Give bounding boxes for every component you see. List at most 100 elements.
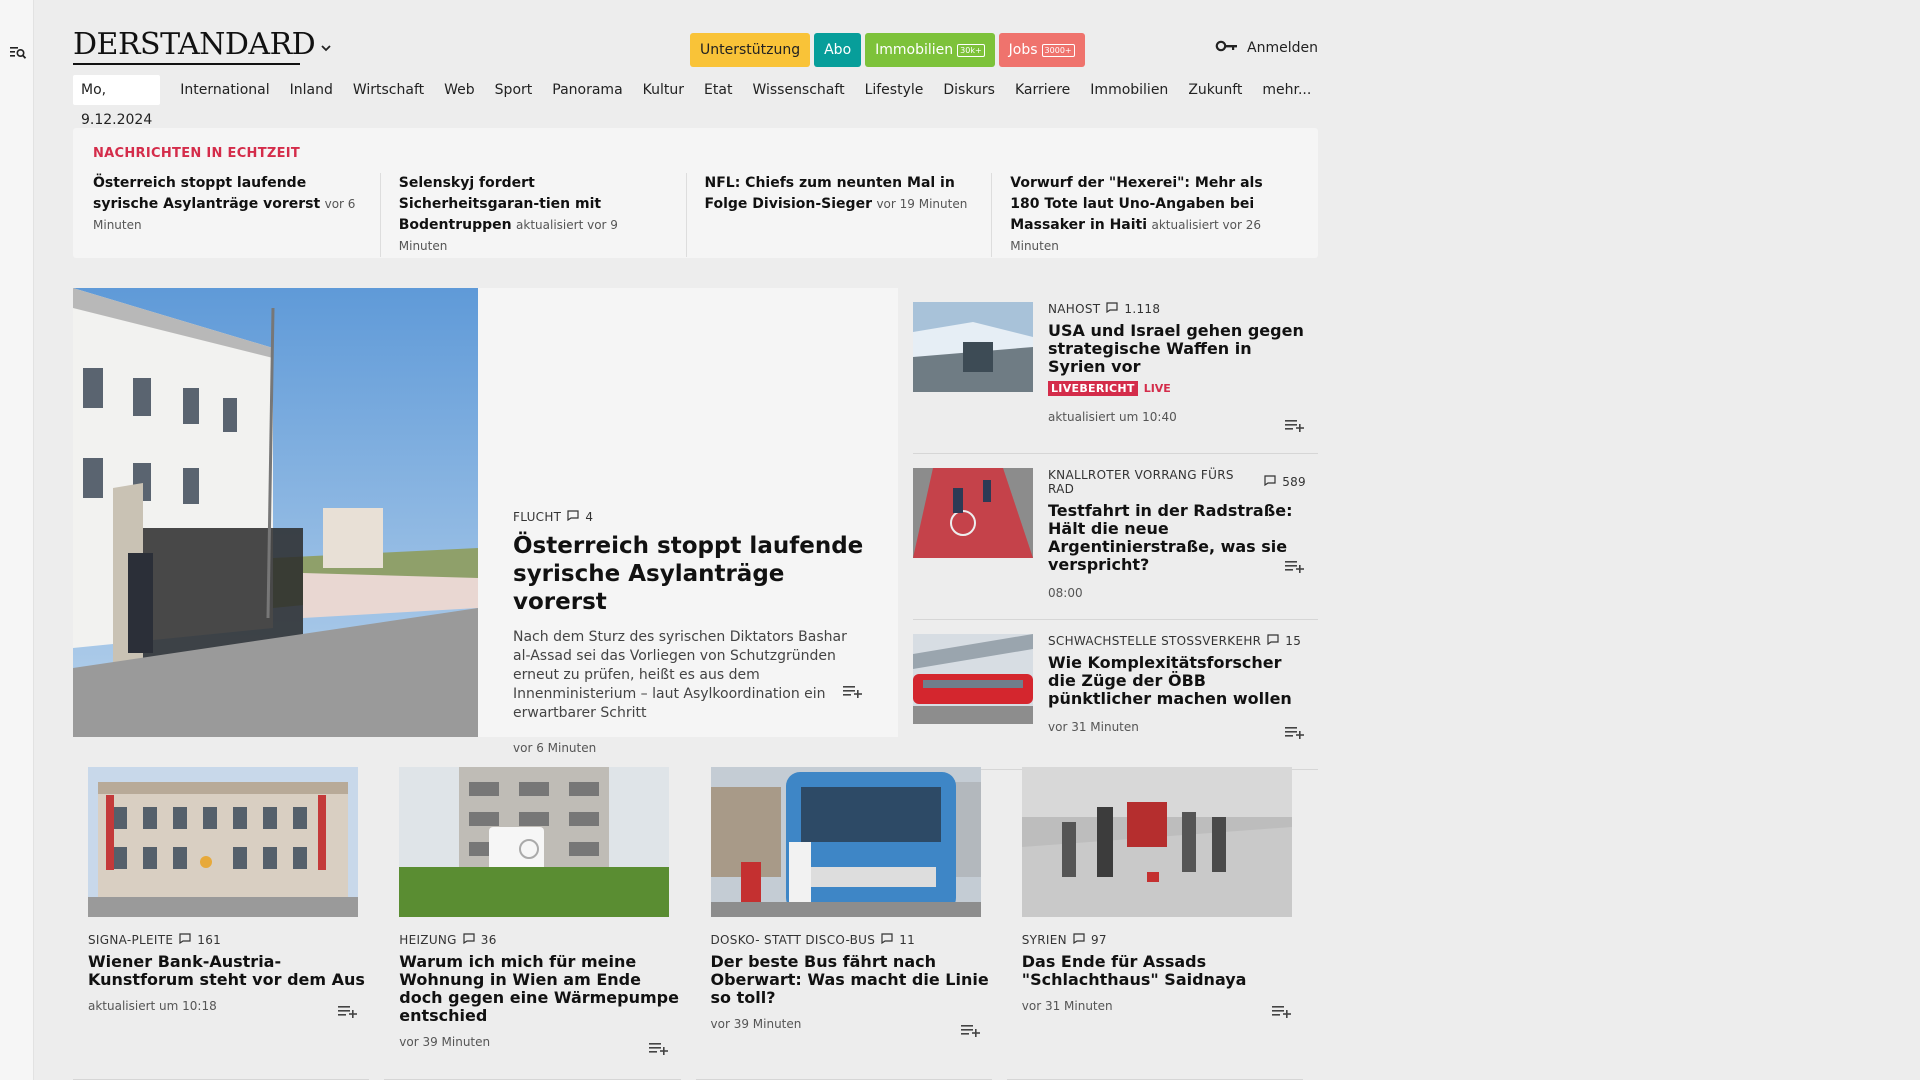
article-card[interactable]: SYRIEN 97 Das Ende für Assads "Schlachth… (1006, 767, 1318, 1080)
lead-article[interactable]: FLUCHT 4 Österreich stoppt laufende syri… (73, 288, 898, 755)
section-nav: Mo, 9.12.2024 International Inland Wirts… (73, 75, 1318, 128)
menu-search-icon[interactable] (9, 43, 27, 61)
login-button[interactable]: Anmelden (1215, 40, 1318, 56)
nav-link-panorama[interactable]: Panorama (552, 82, 622, 98)
kicker-label: SYRIEN (1021, 933, 1067, 947)
jobs-button[interactable]: Jobs 3000+ (998, 33, 1085, 67)
article-card-title[interactable]: Wiener Bank-Austria-Kunstforum steht vor… (88, 953, 369, 989)
comment-icon (1106, 302, 1119, 316)
immobilien-count-badge: 30k+ (957, 43, 985, 57)
article-card-image (710, 767, 981, 917)
side-article-body: NAHOST 1.118 USA und Israel gehen gegen … (1048, 302, 1306, 424)
comment-icon (567, 510, 579, 524)
article-card[interactable]: SIGNA-PLEITE 161 Wiener Bank-Austria-Kun… (73, 767, 384, 1080)
kicker-label: HEIZUNG (399, 933, 457, 947)
nav-link-lifestyle[interactable]: Lifestyle (865, 82, 924, 98)
add-to-list-icon[interactable] (960, 1023, 981, 1037)
immobilien-button[interactable]: Immobilien 30k+ (865, 33, 995, 67)
ticker-item[interactable]: NFL: Chiefs zum neunten Mal in Folge Div… (705, 173, 993, 257)
comment-icon (1073, 933, 1085, 947)
side-article-image (913, 302, 1033, 392)
current-date: Mo, 9.12.2024 (73, 75, 161, 128)
side-article-title[interactable]: Wie Komplexitätsforscher die Züge der ÖB… (1048, 654, 1306, 708)
page: DERSTANDARD Unterstützung Abo Immobilien… (73, 0, 1318, 1080)
left-rail (0, 0, 34, 1080)
side-article[interactable]: SCHWACHSTELLE STOSSVERKEHR 15 Wie Komple… (913, 620, 1318, 770)
add-to-list-icon[interactable] (843, 684, 863, 698)
side-articles: NAHOST 1.118 USA und Israel gehen gegen … (913, 288, 1318, 770)
lead-article-time: vor 6 Minuten (513, 741, 597, 755)
live-indicator: LIVEBERICHT LIVE (1048, 381, 1306, 396)
add-to-list-icon[interactable] (1271, 1004, 1292, 1018)
comment-icon (463, 933, 475, 947)
ticker-item[interactable]: Selenskyj fordert Sicherheitsgaran-tien … (399, 173, 687, 257)
nav-link-karriere[interactable]: Karriere (1015, 82, 1070, 98)
add-to-list-icon[interactable] (649, 1041, 669, 1055)
jobs-label: Jobs (1008, 42, 1038, 58)
immobilien-label: Immobilien (875, 42, 954, 58)
abo-button[interactable]: Abo (814, 33, 862, 67)
comment-count: 97 (1090, 933, 1107, 947)
add-to-list-icon[interactable] (1285, 559, 1305, 573)
comment-count: 4 (585, 510, 594, 524)
article-card-title[interactable]: Der beste Bus fährt nach Oberwart: Was m… (711, 953, 992, 1007)
kicker-label: FLUCHT (513, 510, 562, 524)
chevron-down-icon[interactable] (319, 40, 337, 58)
nav-link-inland[interactable]: Inland (290, 82, 333, 98)
comment-icon (881, 933, 893, 947)
lead-article-image (73, 288, 478, 737)
side-article-time: 08:00 (1048, 586, 1083, 600)
ticker-item-time: vor 19 Minuten (876, 197, 968, 211)
article-card-time: vor 39 Minuten (399, 1035, 491, 1049)
nav-link-kultur[interactable]: Kultur (643, 82, 684, 98)
add-to-list-icon[interactable] (338, 1004, 358, 1018)
side-article-time: vor 31 Minuten (1048, 720, 1139, 734)
liveticker-badge: LIVEBERICHT (1048, 381, 1138, 396)
comment-count: 11 (899, 933, 916, 947)
kicker-label: DOSKO- STATT DISCO-BUS (710, 933, 876, 947)
add-to-list-icon[interactable] (1285, 725, 1305, 739)
side-article-title[interactable]: USA und Israel gehen gegen strategische … (1048, 322, 1306, 376)
ticker-title: NACHRICHTEN IN ECHTZEIT (93, 146, 301, 161)
side-article-body: SCHWACHSTELLE STOSSVERKEHR 15 Wie Komple… (1048, 634, 1306, 734)
abo-label: Abo (824, 42, 852, 58)
nav-link-more[interactable]: mehr... (1262, 82, 1311, 98)
comment-count: 15 (1285, 634, 1302, 648)
header: DERSTANDARD Unterstützung Abo Immobilien… (73, 0, 1318, 75)
comment-icon (179, 933, 191, 947)
nav-link-wissenschaft[interactable]: Wissenschaft (752, 82, 844, 98)
article-card-time: vor 39 Minuten (710, 1017, 802, 1031)
add-to-list-icon[interactable] (1285, 418, 1305, 432)
article-card-title[interactable]: Das Ende für Assads "Schlachthaus" Saidn… (1022, 953, 1303, 989)
logo[interactable]: DERSTANDARD (73, 28, 316, 62)
side-article-image (913, 634, 1033, 724)
live-label: LIVE (1143, 382, 1171, 395)
side-article[interactable]: NAHOST 1.118 USA und Israel gehen gegen … (913, 288, 1318, 454)
nav-link-zukunft[interactable]: Zukunft (1188, 82, 1242, 98)
nav-link-web[interactable]: Web (444, 82, 475, 98)
lead-article-title[interactable]: Österreich stoppt laufende syrische Asyl… (513, 532, 868, 616)
ticker-item[interactable]: Österreich stoppt laufende syrische Asyl… (93, 173, 381, 257)
side-article-kicker: KNALLROTER VORRANG FÜRS RAD 589 (1048, 468, 1306, 496)
nav-link-etat[interactable]: Etat (704, 82, 732, 98)
support-button[interactable]: Unterstützung (690, 33, 811, 67)
key-icon (1215, 40, 1239, 56)
nav-link-diskurs[interactable]: Diskurs (943, 82, 995, 98)
article-card-title[interactable]: Warum ich mich für meine Wohnung in Wien… (399, 953, 680, 1025)
nav-link-international[interactable]: International (180, 82, 269, 98)
article-card-time: aktualisiert um 10:18 (88, 999, 217, 1013)
side-article-title[interactable]: Testfahrt in der Radstraße: Hält die neu… (1048, 502, 1306, 574)
login-label: Anmelden (1247, 40, 1318, 56)
article-card-kicker: SYRIEN 97 (1022, 933, 1303, 947)
comment-count: 161 (197, 933, 222, 947)
side-article-body: KNALLROTER VORRANG FÜRS RAD 589 Testfahr… (1048, 468, 1306, 600)
article-card[interactable]: DOSKO- STATT DISCO-BUS 11 Der beste Bus … (695, 767, 1007, 1080)
article-card-kicker: DOSKO- STATT DISCO-BUS 11 (711, 933, 992, 947)
nav-link-sport[interactable]: Sport (495, 82, 533, 98)
side-article[interactable]: KNALLROTER VORRANG FÜRS RAD 589 Testfahr… (913, 454, 1318, 620)
article-grid: SIGNA-PLEITE 161 Wiener Bank-Austria-Kun… (73, 767, 1318, 1080)
nav-link-wirtschaft[interactable]: Wirtschaft (353, 82, 424, 98)
ticker-item[interactable]: Vorwurf der "Hexerei": Mehr als 180 Tote… (1010, 173, 1298, 257)
article-card[interactable]: HEIZUNG 36 Warum ich mich für meine Wohn… (384, 767, 695, 1080)
nav-link-immobilien[interactable]: Immobilien (1090, 82, 1168, 98)
